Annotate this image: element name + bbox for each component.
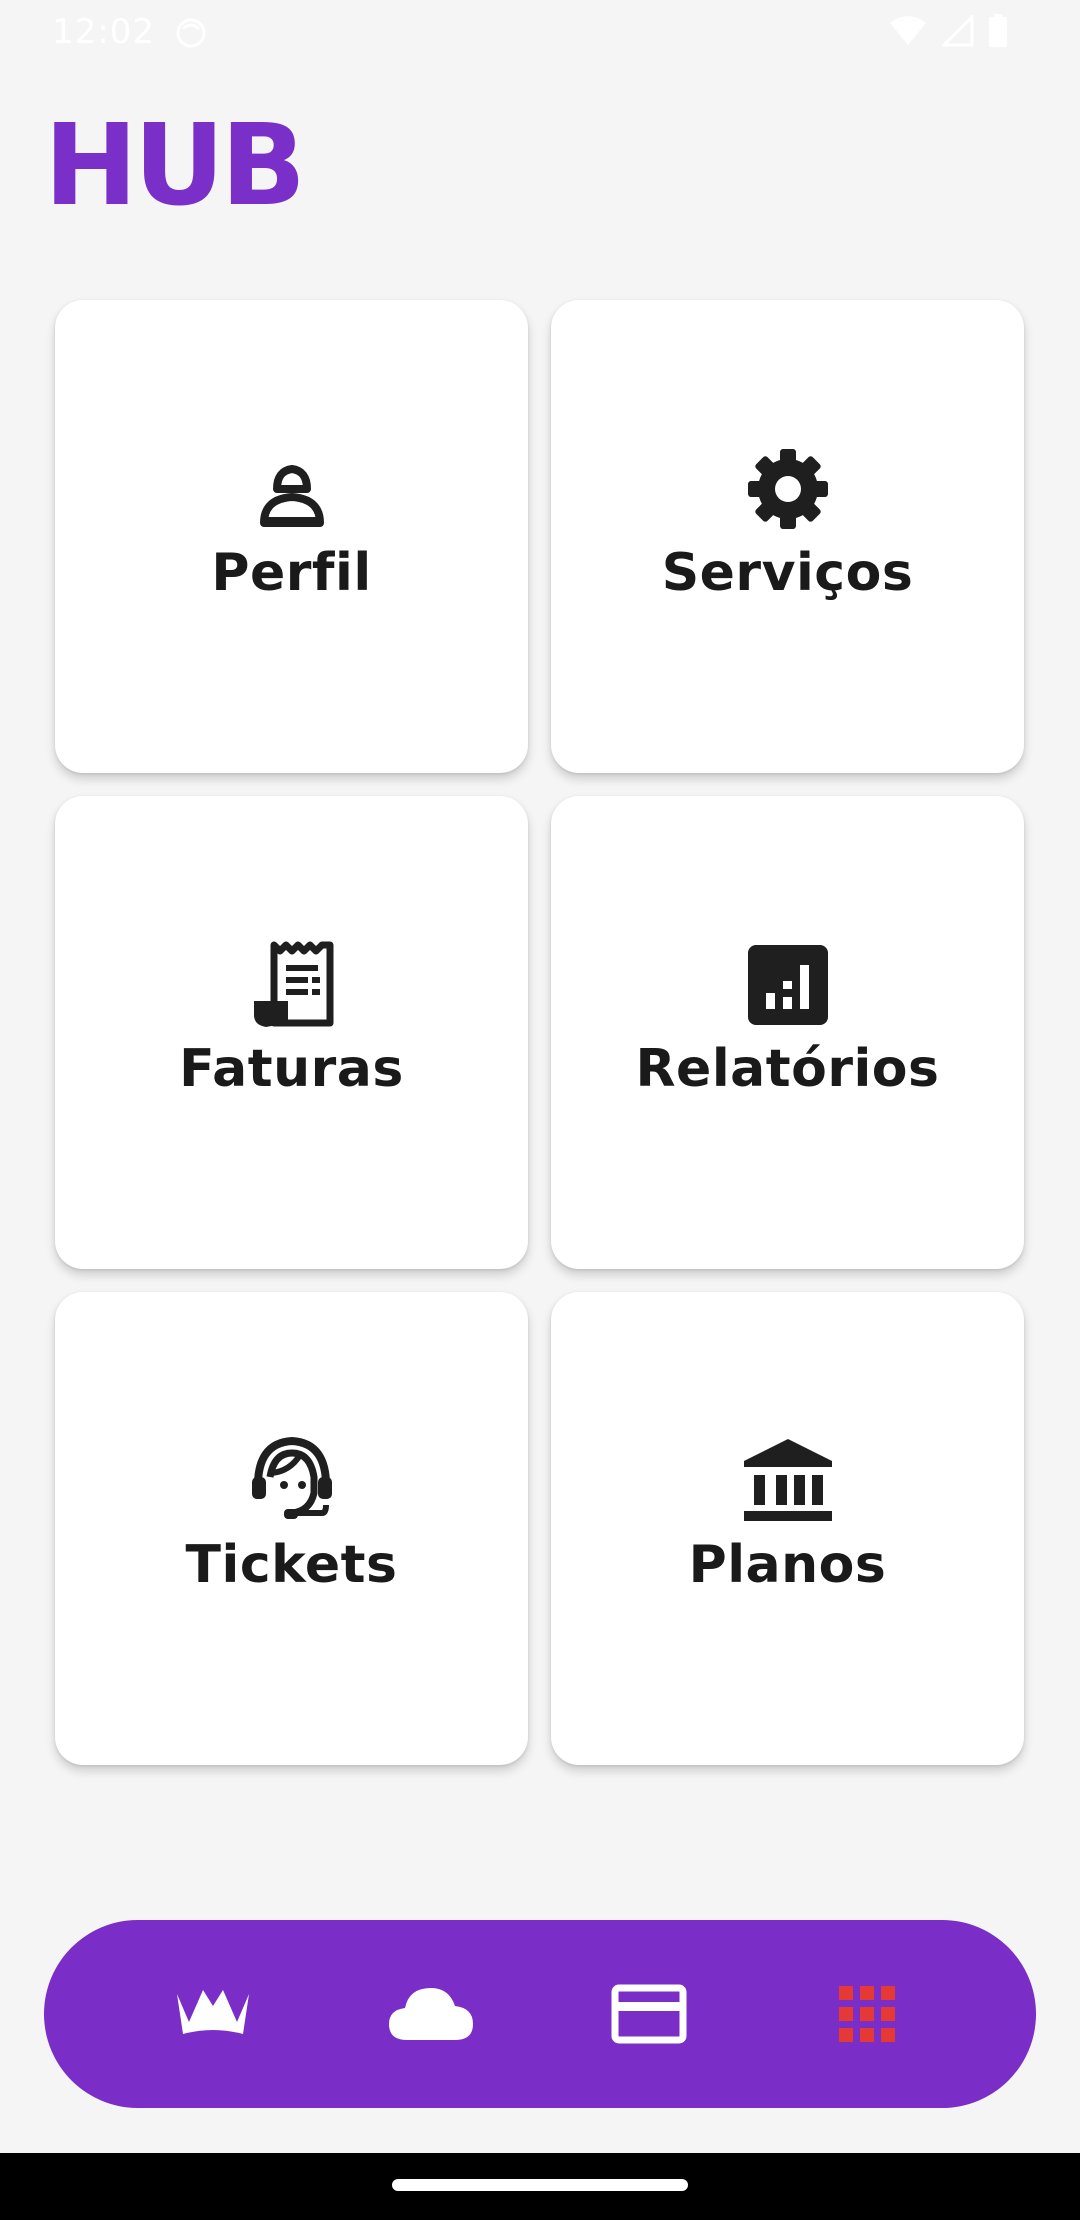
wifi-icon: [888, 15, 928, 51]
bank-icon: [740, 1433, 836, 1529]
nav-item-cloud[interactable]: [376, 1959, 486, 2069]
status-icons: [888, 13, 1008, 52]
crown-icon: [173, 1986, 253, 2042]
status-time: 12:02: [52, 12, 155, 52]
card-relatorios[interactable]: Relatórios: [551, 796, 1024, 1269]
gear-icon: [740, 441, 836, 537]
card-label: Relatórios: [635, 1038, 940, 1099]
home-gesture-handle[interactable]: [392, 2179, 688, 2191]
system-nav-bar: [0, 2153, 1080, 2220]
card-label: Planos: [688, 1534, 887, 1595]
nav-item-crown[interactable]: [158, 1959, 268, 2069]
card-tickets[interactable]: Tickets: [55, 1292, 528, 1765]
card-servicos[interactable]: Serviços: [551, 300, 1024, 773]
bottom-nav: [44, 1920, 1036, 2108]
cloud-icon: [387, 1984, 475, 2044]
card-label: Tickets: [185, 1534, 398, 1595]
card-perfil[interactable]: Perfil: [55, 300, 528, 773]
credit-card-icon: [611, 1984, 687, 2044]
support-agent-icon: [244, 1433, 340, 1529]
apps-grid-icon: [837, 1984, 897, 2044]
battery-icon: [988, 14, 1008, 52]
face-icon: [174, 16, 208, 50]
page-title: HUB: [44, 101, 306, 231]
signal-icon: [940, 13, 974, 51]
hub-grid: Perfil Serviços Faturas Relatórios Ticke…: [55, 300, 1025, 1765]
hub-screen: 12:02 HUB Perfil Serviços Faturas Relató…: [0, 0, 1080, 2220]
status-bar: 12:02: [0, 0, 1080, 66]
nav-item-card[interactable]: [594, 1959, 704, 2069]
card-planos[interactable]: Planos: [551, 1292, 1024, 1765]
card-label: Faturas: [179, 1038, 404, 1099]
card-faturas[interactable]: Faturas: [55, 796, 528, 1269]
card-label: Serviços: [661, 542, 914, 603]
receipt-icon: [244, 937, 340, 1033]
card-label: Perfil: [211, 542, 372, 603]
person-icon: [244, 441, 340, 537]
bar-chart-icon: [740, 937, 836, 1033]
nav-item-apps[interactable]: [812, 1959, 922, 2069]
